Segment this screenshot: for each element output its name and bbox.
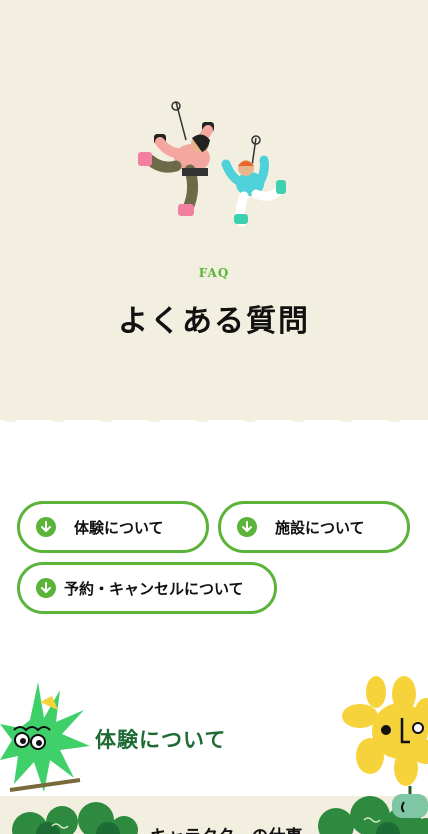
category-button-label: 体験について: [74, 518, 164, 537]
wave-divider: [0, 404, 428, 422]
category-button-facility[interactable]: 施設について: [218, 501, 410, 553]
arrow-down-circle-icon: [36, 578, 56, 598]
category-button-reservation[interactable]: 予約・キャンセルについて: [17, 562, 277, 614]
category-button-label: 予約・キャンセルについて: [64, 579, 244, 598]
page-title: よくある質問: [118, 304, 310, 339]
arrow-down-circle-icon: [36, 517, 56, 537]
green-spiky-character-icon: [0, 682, 90, 792]
yellow-flower-character-icon: [342, 676, 428, 794]
faq-eyebrow: FAQ: [198, 266, 230, 280]
arrow-down-circle-icon: [237, 517, 257, 537]
category-button-experience[interactable]: 体験について: [17, 501, 209, 553]
zipline-people-illustration: [138, 101, 286, 227]
question-subheading: キャラクターの仕事: [150, 822, 302, 834]
category-button-label: 施設について: [275, 518, 365, 537]
section-title: 体験について: [95, 728, 227, 752]
